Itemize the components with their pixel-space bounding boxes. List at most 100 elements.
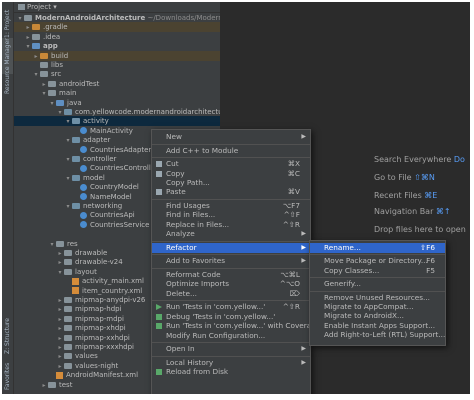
- folder-icon: [64, 325, 72, 332]
- menu-separator: [152, 198, 310, 200]
- menu-item[interactable]: Modify Run Configuration...: [152, 331, 310, 341]
- folder-icon: [64, 353, 72, 360]
- tree-item-label: activity: [83, 117, 109, 126]
- menu-separator: [152, 267, 310, 269]
- editor-hint-text: Navigation Bar: [374, 207, 434, 216]
- project-icon: [18, 4, 25, 10]
- folder-icon: [56, 99, 64, 106]
- tree-item-label: AndroidManifest.xml: [66, 371, 139, 380]
- chevron-right-icon[interactable]: ▸: [40, 381, 48, 391]
- menu-item-label: Add Right-to-Left (RTL) Support...: [324, 330, 446, 340]
- package-icon: [72, 174, 80, 181]
- favorites-tool-button[interactable]: Favorites: [2, 363, 13, 394]
- menu-item[interactable]: Add C++ to Module: [152, 146, 310, 156]
- menu-separator: [152, 342, 310, 344]
- folder-icon: [40, 62, 48, 68]
- tree-item-label: res: [67, 239, 78, 248]
- menu-item[interactable]: Rename... ⇧F6: [310, 243, 445, 253]
- tree-item-label: drawable: [75, 249, 108, 257]
- menu-item[interactable]: New ▶: [152, 132, 310, 142]
- menu-separator: [310, 277, 445, 279]
- paste-icon: [156, 189, 162, 196]
- tree-item-label: item_country.xml: [82, 286, 143, 295]
- menu-item[interactable]: Copy Classes... F5: [310, 266, 445, 276]
- coverage-icon: [156, 323, 162, 330]
- tree-item-label: ModernAndroidArchitecture: [35, 14, 146, 22]
- menu-item[interactable]: Analyze ▶: [152, 229, 310, 239]
- tree-item-label: com.yellowcode.modernandroidarchitecture: [75, 108, 220, 116]
- copy-icon: [156, 170, 162, 177]
- project-panel-title: Project: [27, 3, 51, 11]
- menu-item[interactable]: Reload from Disk: [152, 367, 310, 377]
- folder-icon: [32, 43, 40, 50]
- chevron-down-icon[interactable]: ▾: [53, 3, 57, 11]
- tree-item-label: CountryModel: [90, 183, 139, 192]
- tree-item-label: src: [51, 70, 62, 79]
- editor-hint-text: Drop files here to open: [374, 225, 466, 234]
- tree-item-label: values: [75, 352, 98, 361]
- resource-manager-tool-button[interactable]: Resource Manager: [2, 38, 13, 142]
- folder-icon: [64, 344, 72, 350]
- package-icon: [64, 109, 72, 115]
- context-menu: New ▶ Add C++ to Module Cut ⌘X Copy ⌘C Copy Pat…: [151, 129, 320, 394]
- editor-hint: Recent Files ⌘E: [374, 191, 437, 200]
- menu-item[interactable]: Delete... ⌦: [152, 289, 310, 299]
- menu-item[interactable]: Refactor ▶: [152, 242, 310, 253]
- folder-icon: [48, 80, 56, 87]
- menu-separator: [152, 157, 310, 159]
- menu-item-shortcut: F5: [426, 265, 435, 275]
- class-icon: [80, 164, 87, 172]
- editor-hint: Drop files here to open: [374, 225, 466, 234]
- folder-icon: [64, 362, 72, 369]
- reload-icon: [156, 369, 162, 376]
- class-icon: [80, 146, 87, 154]
- editor-hint-shortcut: Do: [451, 155, 465, 164]
- tree-item-label: libs: [51, 61, 63, 69]
- tree-item-label: CountriesApi: [90, 211, 135, 220]
- tree-item-label: adapter: [83, 136, 111, 145]
- resource-manager-label: Resource Manager: [4, 38, 11, 94]
- class-icon: [80, 221, 87, 229]
- class-icon: [80, 127, 87, 135]
- menu-item-label: New: [166, 132, 182, 141]
- folder-icon: [48, 90, 56, 97]
- menu-separator: [152, 300, 310, 302]
- tree-item-label: drawable-v24: [75, 258, 123, 267]
- tree-item-label: CountriesService: [90, 220, 150, 229]
- menu-item-label: Open In: [166, 344, 195, 354]
- package-icon: [72, 137, 80, 144]
- package-icon: [72, 203, 80, 209]
- cut-icon: [156, 161, 162, 168]
- menu-item[interactable]: Open In ▶: [152, 344, 310, 354]
- tree-item-label: NameModel: [90, 192, 132, 201]
- editor-hint-shortcut: ⇧⌘N: [411, 173, 435, 182]
- project-panel-header[interactable]: Project ▾: [14, 2, 220, 13]
- tree-item-label: build: [51, 51, 69, 60]
- menu-separator: [152, 240, 310, 242]
- menu-item-label: Reload from Disk: [166, 367, 229, 377]
- menu-item[interactable]: Add to Favorites ▶: [152, 256, 310, 266]
- tree-item-label: layout: [75, 267, 97, 276]
- folder-icon: [48, 381, 56, 388]
- menu-item[interactable]: Generify...: [310, 279, 445, 289]
- folder-icon: [64, 250, 72, 256]
- tree-item-label: mipmap-anydpi-v26: [75, 296, 146, 304]
- package-icon: [72, 156, 80, 162]
- tree-item-label: .gradle: [43, 23, 68, 32]
- tree-item-label: mipmap-hdpi: [75, 305, 122, 314]
- menu-item-label: Generify...: [324, 279, 361, 289]
- menu-item[interactable]: Paste ⌘V: [152, 187, 310, 197]
- folder-icon: [64, 259, 72, 266]
- tree-item-label: MainActivity: [90, 126, 133, 135]
- editor-hint: Search Everywhere Do: [374, 155, 465, 164]
- tree-item-label: networking: [83, 202, 123, 210]
- menu-item[interactable]: Add Right-to-Left (RTL) Support...: [310, 330, 445, 340]
- tree-item-label: test: [59, 380, 73, 389]
- menu-separator: [152, 143, 310, 145]
- tree-item-label: mipmap-mdpi: [75, 314, 124, 323]
- menu-item-label: Analyze: [166, 229, 195, 239]
- menu-item-shortcut: ⇧F6: [420, 243, 435, 252]
- folder-icon: [32, 24, 40, 31]
- folder-icon: [64, 297, 72, 303]
- editor-hint-text: Search Everywhere: [374, 155, 452, 164]
